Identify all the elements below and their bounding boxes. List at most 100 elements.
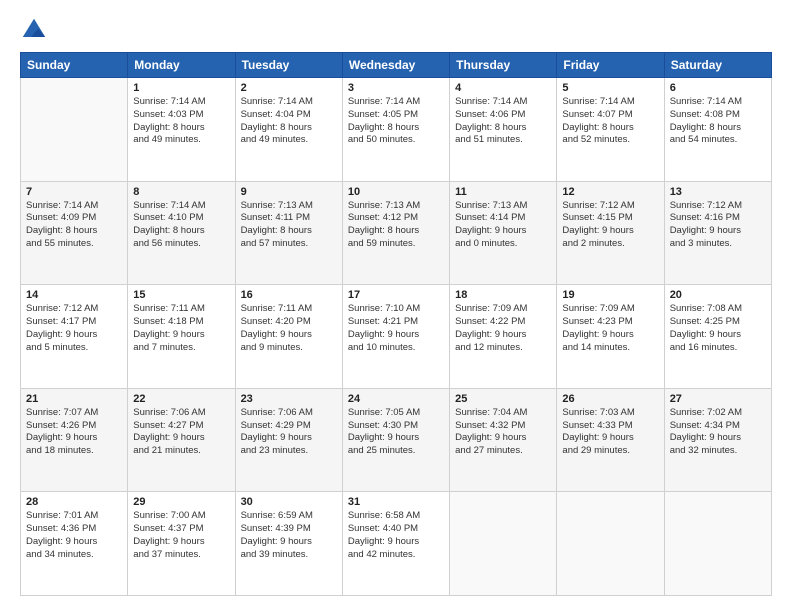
calendar-day-cell: 15 Sunrise: 7:11 AMSunset: 4:18 PMDayligh… bbox=[128, 285, 235, 389]
day-info: Sunrise: 7:12 AMSunset: 4:15 PMDaylight:… bbox=[562, 200, 658, 251]
day-of-week-header: Monday bbox=[128, 53, 235, 78]
calendar-week-row: 28 Sunrise: 7:01 AMSunset: 4:36 PMDayligh… bbox=[21, 492, 772, 596]
calendar-table: SundayMondayTuesdayWednesdayThursdayFrid… bbox=[20, 52, 772, 596]
calendar-day-cell: 5 Sunrise: 7:14 AMSunset: 4:07 PMDaylight… bbox=[557, 78, 664, 182]
day-info: Sunrise: 7:13 AMSunset: 4:12 PMDaylight:… bbox=[348, 200, 444, 251]
calendar-day-cell: 30 Sunrise: 6:59 AMSunset: 4:39 PMDayligh… bbox=[235, 492, 342, 596]
day-number: 15 bbox=[133, 289, 229, 301]
day-number: 1 bbox=[133, 82, 229, 94]
day-info: Sunrise: 7:03 AMSunset: 4:33 PMDaylight:… bbox=[562, 407, 658, 458]
day-info: Sunrise: 7:14 AMSunset: 4:05 PMDaylight:… bbox=[348, 96, 444, 147]
day-info: Sunrise: 7:14 AMSunset: 4:03 PMDaylight:… bbox=[133, 96, 229, 147]
calendar-week-row: 14 Sunrise: 7:12 AMSunset: 4:17 PMDayligh… bbox=[21, 285, 772, 389]
day-number: 14 bbox=[26, 289, 122, 301]
day-info: Sunrise: 6:58 AMSunset: 4:40 PMDaylight:… bbox=[348, 510, 444, 561]
day-number: 31 bbox=[348, 496, 444, 508]
days-of-week-row: SundayMondayTuesdayWednesdayThursdayFrid… bbox=[21, 53, 772, 78]
day-number: 18 bbox=[455, 289, 551, 301]
day-of-week-header: Thursday bbox=[450, 53, 557, 78]
calendar-day-cell: 13 Sunrise: 7:12 AMSunset: 4:16 PMDayligh… bbox=[664, 181, 771, 285]
day-number: 13 bbox=[670, 186, 766, 198]
day-number: 20 bbox=[670, 289, 766, 301]
calendar-day-cell: 19 Sunrise: 7:09 AMSunset: 4:23 PMDayligh… bbox=[557, 285, 664, 389]
calendar-day-cell: 27 Sunrise: 7:02 AMSunset: 4:34 PMDayligh… bbox=[664, 388, 771, 492]
day-number: 21 bbox=[26, 393, 122, 405]
calendar-day-cell: 20 Sunrise: 7:08 AMSunset: 4:25 PMDayligh… bbox=[664, 285, 771, 389]
day-number: 19 bbox=[562, 289, 658, 301]
calendar-day-cell: 14 Sunrise: 7:12 AMSunset: 4:17 PMDayligh… bbox=[21, 285, 128, 389]
day-info: Sunrise: 7:01 AMSunset: 4:36 PMDaylight:… bbox=[26, 510, 122, 561]
calendar-day-cell bbox=[664, 492, 771, 596]
day-info: Sunrise: 7:14 AMSunset: 4:10 PMDaylight:… bbox=[133, 200, 229, 251]
day-number: 12 bbox=[562, 186, 658, 198]
day-number: 10 bbox=[348, 186, 444, 198]
calendar-day-cell: 9Sunrise: 7:13 AMSunset: 4:11 PMDaylight… bbox=[235, 181, 342, 285]
day-number: 4 bbox=[455, 82, 551, 94]
calendar-day-cell: 1 Sunrise: 7:14 AMSunset: 4:03 PMDaylight… bbox=[128, 78, 235, 182]
day-of-week-header: Sunday bbox=[21, 53, 128, 78]
day-number: 27 bbox=[670, 393, 766, 405]
day-number: 16 bbox=[241, 289, 337, 301]
calendar-day-cell: 24 Sunrise: 7:05 AMSunset: 4:30 PMDayligh… bbox=[342, 388, 449, 492]
day-info: Sunrise: 7:07 AMSunset: 4:26 PMDaylight:… bbox=[26, 407, 122, 458]
day-number: 17 bbox=[348, 289, 444, 301]
logo bbox=[20, 16, 52, 44]
day-number: 7 bbox=[26, 186, 122, 198]
day-info: Sunrise: 7:08 AMSunset: 4:25 PMDaylight:… bbox=[670, 303, 766, 354]
day-number: 5 bbox=[562, 82, 658, 94]
day-number: 28 bbox=[26, 496, 122, 508]
header bbox=[20, 16, 772, 44]
calendar-day-cell bbox=[557, 492, 664, 596]
day-number: 30 bbox=[241, 496, 337, 508]
calendar-week-row: 21 Sunrise: 7:07 AMSunset: 4:26 PMDayligh… bbox=[21, 388, 772, 492]
calendar-week-row: 7 Sunrise: 7:14 AMSunset: 4:09 PMDaylight… bbox=[21, 181, 772, 285]
calendar-day-cell: 4Sunrise: 7:14 AMSunset: 4:06 PMDaylight… bbox=[450, 78, 557, 182]
calendar-day-cell: 18 Sunrise: 7:09 AMSunset: 4:22 PMDayligh… bbox=[450, 285, 557, 389]
calendar-day-cell: 16Sunrise: 7:11 AMSunset: 4:20 PMDayligh… bbox=[235, 285, 342, 389]
calendar-day-cell: 28 Sunrise: 7:01 AMSunset: 4:36 PMDayligh… bbox=[21, 492, 128, 596]
day-of-week-header: Friday bbox=[557, 53, 664, 78]
day-info: Sunrise: 7:02 AMSunset: 4:34 PMDaylight:… bbox=[670, 407, 766, 458]
calendar-day-cell: 26 Sunrise: 7:03 AMSunset: 4:33 PMDayligh… bbox=[557, 388, 664, 492]
calendar-header: SundayMondayTuesdayWednesdayThursdayFrid… bbox=[21, 53, 772, 78]
calendar-day-cell bbox=[450, 492, 557, 596]
calendar-day-cell: 25Sunrise: 7:04 AMSunset: 4:32 PMDayligh… bbox=[450, 388, 557, 492]
day-info: Sunrise: 7:12 AMSunset: 4:17 PMDaylight:… bbox=[26, 303, 122, 354]
day-info: Sunrise: 7:14 AMSunset: 4:07 PMDaylight:… bbox=[562, 96, 658, 147]
calendar-day-cell: 29Sunrise: 7:00 AMSunset: 4:37 PMDayligh… bbox=[128, 492, 235, 596]
day-info: Sunrise: 7:14 AMSunset: 4:04 PMDaylight:… bbox=[241, 96, 337, 147]
day-number: 24 bbox=[348, 393, 444, 405]
calendar-day-cell: 10 Sunrise: 7:13 AMSunset: 4:12 PMDayligh… bbox=[342, 181, 449, 285]
logo-icon bbox=[20, 16, 48, 44]
day-number: 23 bbox=[241, 393, 337, 405]
day-info: Sunrise: 6:59 AMSunset: 4:39 PMDaylight:… bbox=[241, 510, 337, 561]
calendar-day-cell: 12 Sunrise: 7:12 AMSunset: 4:15 PMDayligh… bbox=[557, 181, 664, 285]
day-number: 3 bbox=[348, 82, 444, 94]
day-of-week-header: Tuesday bbox=[235, 53, 342, 78]
day-info: Sunrise: 7:14 AMSunset: 4:08 PMDaylight:… bbox=[670, 96, 766, 147]
day-info: Sunrise: 7:05 AMSunset: 4:30 PMDaylight:… bbox=[348, 407, 444, 458]
day-number: 25 bbox=[455, 393, 551, 405]
calendar-day-cell: 21 Sunrise: 7:07 AMSunset: 4:26 PMDayligh… bbox=[21, 388, 128, 492]
day-info: Sunrise: 7:11 AMSunset: 4:18 PMDaylight:… bbox=[133, 303, 229, 354]
day-number: 26 bbox=[562, 393, 658, 405]
day-info: Sunrise: 7:14 AMSunset: 4:09 PMDaylight:… bbox=[26, 200, 122, 251]
calendar-day-cell: 23Sunrise: 7:06 AMSunset: 4:29 PMDayligh… bbox=[235, 388, 342, 492]
calendar-day-cell: 6 Sunrise: 7:14 AMSunset: 4:08 PMDaylight… bbox=[664, 78, 771, 182]
calendar-day-cell bbox=[21, 78, 128, 182]
day-of-week-header: Saturday bbox=[664, 53, 771, 78]
day-info: Sunrise: 7:12 AMSunset: 4:16 PMDaylight:… bbox=[670, 200, 766, 251]
day-info: Sunrise: 7:13 AMSunset: 4:14 PMDaylight:… bbox=[455, 200, 551, 251]
day-number: 8 bbox=[133, 186, 229, 198]
day-of-week-header: Wednesday bbox=[342, 53, 449, 78]
calendar-day-cell: 7 Sunrise: 7:14 AMSunset: 4:09 PMDaylight… bbox=[21, 181, 128, 285]
calendar-day-cell: 22Sunrise: 7:06 AMSunset: 4:27 PMDayligh… bbox=[128, 388, 235, 492]
day-number: 9 bbox=[241, 186, 337, 198]
day-number: 6 bbox=[670, 82, 766, 94]
day-info: Sunrise: 7:09 AMSunset: 4:22 PMDaylight:… bbox=[455, 303, 551, 354]
day-number: 2 bbox=[241, 82, 337, 94]
day-info: Sunrise: 7:10 AMSunset: 4:21 PMDaylight:… bbox=[348, 303, 444, 354]
day-info: Sunrise: 7:09 AMSunset: 4:23 PMDaylight:… bbox=[562, 303, 658, 354]
day-info: Sunrise: 7:06 AMSunset: 4:27 PMDaylight:… bbox=[133, 407, 229, 458]
calendar-body: 1 Sunrise: 7:14 AMSunset: 4:03 PMDaylight… bbox=[21, 78, 772, 596]
